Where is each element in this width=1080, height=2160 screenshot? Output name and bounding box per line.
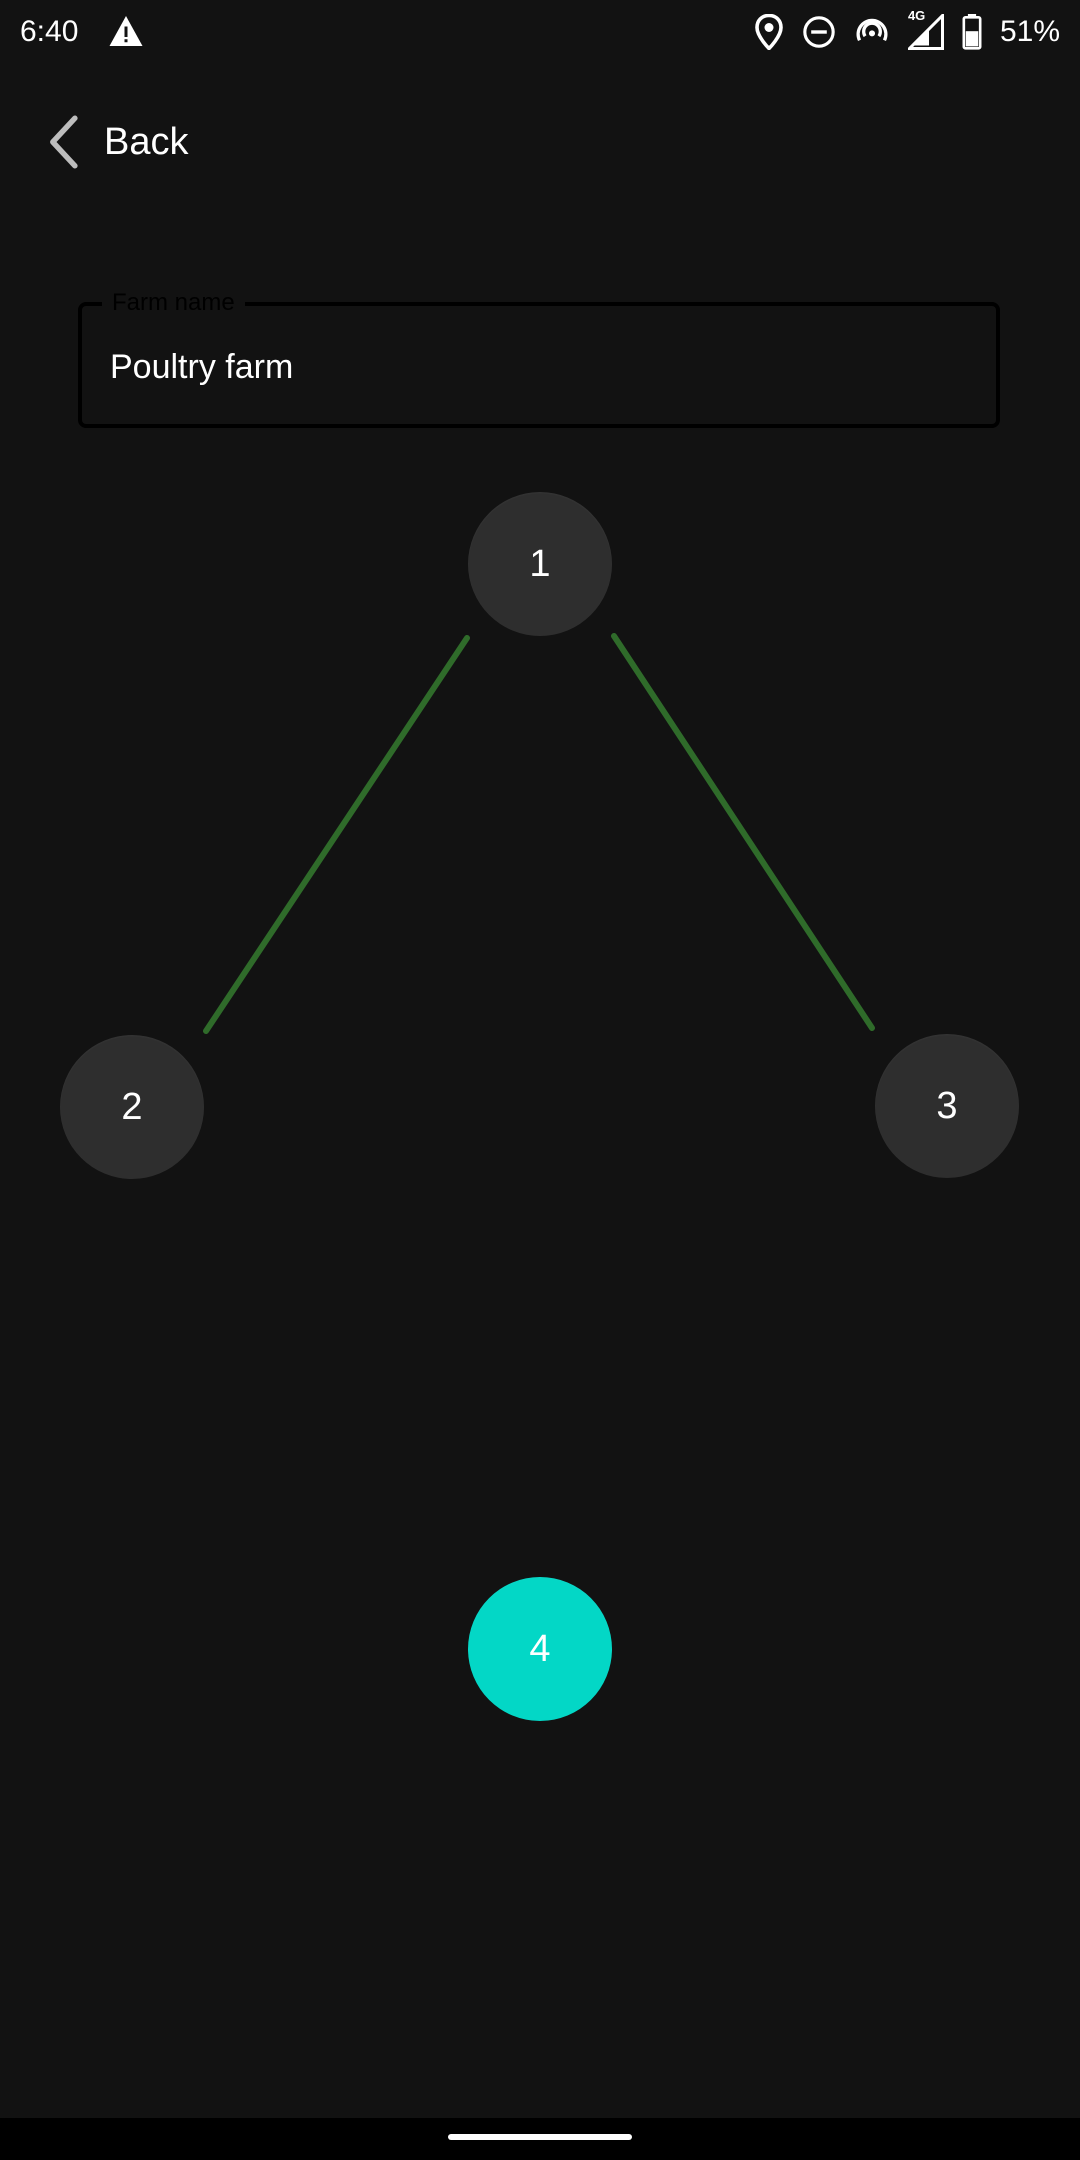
node-3[interactable]: 3: [875, 1034, 1019, 1178]
node-label: 4: [529, 1627, 551, 1670]
status-icons: 4G 51%: [754, 8, 1060, 54]
node-4[interactable]: 4: [468, 1577, 612, 1721]
chevron-left-icon: [50, 115, 78, 169]
alert-icon: [109, 16, 143, 46]
farm-name-input[interactable]: [110, 344, 970, 390]
back-label: Back: [104, 120, 189, 163]
farm-name-label: Farm name: [102, 288, 245, 318]
cell-signal-indicator: 4G: [907, 8, 944, 50]
edge-1-2: [203, 635, 470, 1034]
node-label: 2: [121, 1085, 143, 1128]
battery-icon: [962, 14, 982, 50]
back-button[interactable]: Back: [46, 110, 188, 174]
home-indicator[interactable]: [448, 2134, 632, 2140]
status-time: 6:40: [20, 15, 79, 48]
node-1[interactable]: 1: [468, 492, 612, 636]
location-icon: [755, 14, 783, 50]
edge-1-3: [611, 633, 875, 1031]
do-not-disturb-icon: [803, 16, 835, 48]
battery-percent: 51%: [999, 15, 1060, 48]
hotspot-icon: [856, 18, 888, 42]
farm-name-field: Farm name: [78, 288, 1000, 428]
node-label: 1: [529, 542, 551, 585]
navigation-bar: [0, 2118, 1080, 2160]
network-type-label: 4G: [907, 8, 926, 23]
status-bar: 6:40 4G 51%: [0, 0, 1080, 64]
node-label: 3: [936, 1084, 958, 1127]
node-2[interactable]: 2: [60, 1035, 204, 1179]
